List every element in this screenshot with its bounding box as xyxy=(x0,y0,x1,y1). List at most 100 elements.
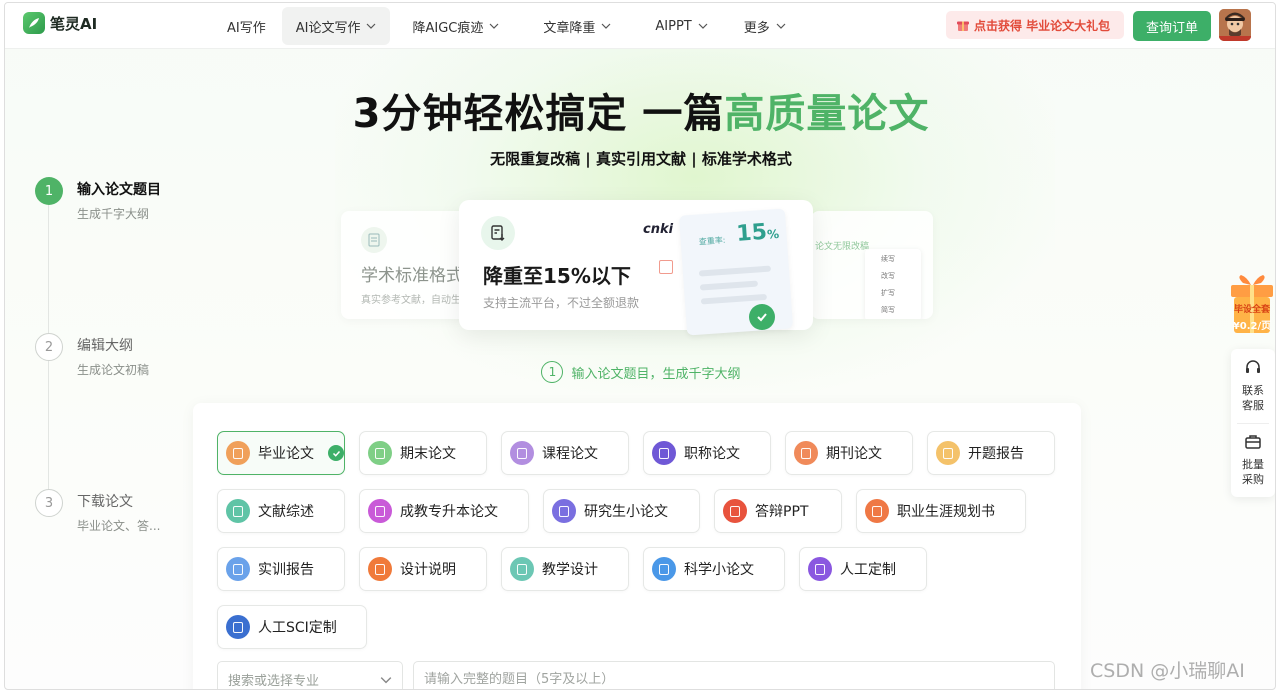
hint-text: 输入论文题目，生成千字大纲 xyxy=(571,366,741,382)
type-sci-custom[interactable]: 人工SCI定制 xyxy=(217,605,367,649)
hero-title-highlight: 高质量论文 xyxy=(724,91,930,137)
check-circle-icon xyxy=(749,304,775,330)
revise-option: 改写 xyxy=(881,272,895,280)
cnki-text: cnki xyxy=(643,222,674,237)
pen-icon xyxy=(368,441,392,465)
chevron-down-icon xyxy=(601,23,611,29)
type-custom[interactable]: 人工定制 xyxy=(799,547,927,591)
type-label: 教学设计 xyxy=(542,562,598,578)
type-training-report[interactable]: 实训报告 xyxy=(217,547,345,591)
nav-reduce-aigc[interactable]: 降AIGC痕迹 xyxy=(390,7,521,45)
type-label: 人工定制 xyxy=(840,562,896,578)
feature-card-revise: 论文无限改稿 续写 改写 扩写 简写 xyxy=(811,211,933,319)
hero-subtitle: 无限重复改稿 | 真实引用文献 | 标准学术格式 xyxy=(490,150,792,168)
step-title: 编辑大纲 xyxy=(77,338,133,354)
report-line xyxy=(699,280,759,291)
logo[interactable]: 笔灵AI xyxy=(23,12,97,34)
type-label: 期末论文 xyxy=(400,446,456,462)
type-label: 期刊论文 xyxy=(826,446,882,462)
plagiarism-report-sheet: 查重率: 15% xyxy=(678,208,794,336)
type-label: 职称论文 xyxy=(684,446,740,462)
people-icon xyxy=(808,557,832,581)
nav-label: AI写作 xyxy=(227,20,266,36)
paper-type-panel: 毕业论文 期末论文 课程论文 职称论文 期刊论文 开题报告 文献综述 成教专升本… xyxy=(193,403,1081,689)
nav-label: AIPPT xyxy=(655,18,692,34)
graduate-icon xyxy=(368,499,392,523)
revise-menu: 续写 改写 扩写 简写 xyxy=(865,249,921,319)
type-graduate-paper[interactable]: 研究生小论文 xyxy=(543,489,700,533)
chevron-down-icon xyxy=(698,23,708,29)
type-literature-review[interactable]: 文献综述 xyxy=(217,489,345,533)
type-label: 答辩PPT xyxy=(755,504,809,520)
bulk-purchase[interactable]: 批量采购 xyxy=(1231,433,1275,487)
logo-text: 笔灵AI xyxy=(50,14,98,33)
nav-more[interactable]: 更多 xyxy=(730,7,800,45)
report-line xyxy=(698,265,772,277)
type-title-paper[interactable]: 职称论文 xyxy=(643,431,771,475)
gift-price: ¥0.2/页 xyxy=(1232,321,1272,332)
type-label: 文献综述 xyxy=(258,504,314,520)
feature-card-format: 学术标准格式 真实参考文献，自动生 xyxy=(341,211,471,319)
badge-icon xyxy=(652,441,676,465)
nav-article-dedup[interactable]: 文章降重 xyxy=(521,7,633,45)
type-proposal-report[interactable]: 开题报告 xyxy=(927,431,1055,475)
card-title: 学术标准格式 xyxy=(361,266,463,286)
step-desc: 毕业论文、答... xyxy=(77,519,161,533)
top-navbar: 笔灵AI AI写作 AI论文写作 降AIGC痕迹 文章降重 AIPPT 更多 点… xyxy=(5,3,1275,49)
type-career-plan[interactable]: 职业生涯规划书 xyxy=(856,489,1026,533)
step-number: 2 xyxy=(35,333,63,361)
major-placeholder: 搜索或选择专业 xyxy=(228,673,320,689)
revise-option: 简写 xyxy=(881,306,895,314)
hint-number: 1 xyxy=(541,361,564,383)
ppt-icon xyxy=(723,499,747,523)
type-graduation-thesis[interactable]: 毕业论文 xyxy=(217,431,345,475)
nav-ai-paper-writing[interactable]: AI论文写作 xyxy=(281,7,391,45)
type-final-paper[interactable]: 期末论文 xyxy=(359,431,487,475)
chevron-down-icon xyxy=(380,677,392,684)
type-adult-education[interactable]: 成教专升本论文 xyxy=(359,489,529,533)
design-icon xyxy=(368,557,392,581)
type-defense-ppt[interactable]: 答辩PPT xyxy=(714,489,842,533)
type-science-paper[interactable]: 科学小论文 xyxy=(643,547,785,591)
revise-option: 扩写 xyxy=(881,289,895,297)
selected-check-icon xyxy=(328,445,344,461)
app-window: 笔灵AI AI写作 AI论文写作 降AIGC痕迹 文章降重 AIPPT 更多 点… xyxy=(4,2,1276,690)
current-step-hint: 1 输入论文题目，生成千字大纲 xyxy=(5,361,1275,383)
type-label: 毕业论文 xyxy=(258,446,314,462)
journal-icon xyxy=(794,441,818,465)
gift-float[interactable]: 毕设全套 ¥0.2/页 xyxy=(1227,275,1275,335)
chevron-down-icon xyxy=(367,23,376,29)
nav-label: 文章降重 xyxy=(543,20,596,36)
wanfang-icon xyxy=(659,260,673,274)
card-title: 降重至15%以下 xyxy=(483,264,631,288)
topic-input[interactable] xyxy=(413,661,1055,689)
gift-pack-promo[interactable]: 点击获得 毕业论文大礼包 xyxy=(946,11,1124,39)
gift-icon xyxy=(957,21,969,31)
gift-title: 毕设全套 xyxy=(1233,305,1270,315)
chevron-down-icon xyxy=(489,23,499,29)
major-select[interactable]: 搜索或选择专业 xyxy=(217,661,403,689)
clipboard-icon xyxy=(226,557,250,581)
nav-ai-writing[interactable]: AI写作 xyxy=(211,7,282,45)
thesis-icon xyxy=(226,441,250,465)
type-design-description[interactable]: 设计说明 xyxy=(359,547,487,591)
nav-label: 更多 xyxy=(743,20,770,36)
side-divider xyxy=(1237,423,1269,424)
side-toolbar: 联系客服 批量采购 xyxy=(1231,349,1275,497)
service-label: 联系客服 xyxy=(1242,384,1264,412)
type-label: 设计说明 xyxy=(400,562,456,578)
cnki-logo: cnki xyxy=(643,222,673,237)
type-journal-paper[interactable]: 期刊论文 xyxy=(785,431,913,475)
nav-aippt[interactable]: AIPPT xyxy=(633,7,729,45)
download-doc-icon xyxy=(481,216,515,250)
hero-title: 3分钟轻松搞定 一篇高质量论文 xyxy=(5,81,1275,139)
card-desc: 支持主流平台，不过全额退款 xyxy=(483,296,640,310)
contact-service[interactable]: 联系客服 xyxy=(1231,359,1275,413)
document-icon xyxy=(361,227,387,253)
feather-logo-icon xyxy=(23,12,45,34)
type-course-paper[interactable]: 课程论文 xyxy=(501,431,629,475)
type-teaching-design[interactable]: 教学设计 xyxy=(501,547,629,591)
query-order-button[interactable]: 查询订单 xyxy=(1133,11,1211,41)
user-avatar[interactable] xyxy=(1219,9,1251,41)
rate-label: 查重率: xyxy=(698,235,726,247)
